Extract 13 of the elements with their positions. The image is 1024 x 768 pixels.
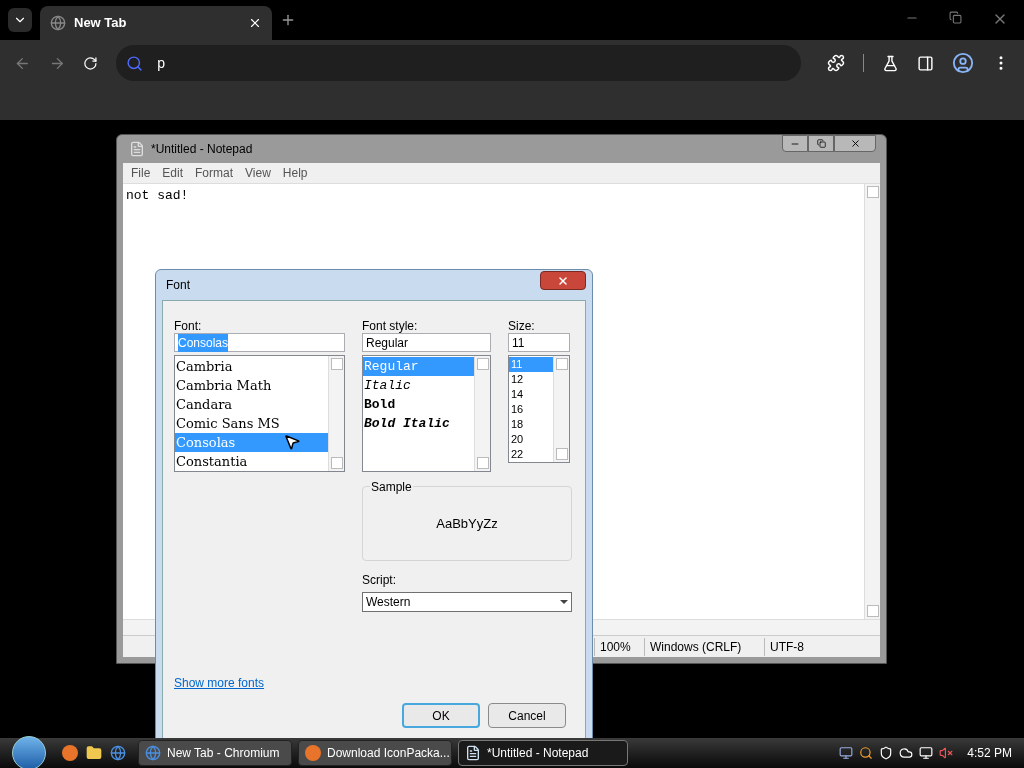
field-label: Size: bbox=[508, 318, 536, 333]
field-label: Font: bbox=[174, 318, 203, 333]
sample-text: AaBbYyZz bbox=[436, 514, 498, 533]
field-label: Font style: bbox=[362, 318, 419, 333]
status-text: 100% bbox=[594, 637, 644, 656]
clock: 4:52 PM bbox=[967, 745, 1012, 762]
tab-title: New Tab bbox=[74, 14, 128, 33]
status-text: Windows (CRLF) bbox=[644, 637, 764, 656]
window-title: *Untitled - Notepad bbox=[151, 141, 254, 158]
dialog-title: Font bbox=[166, 277, 191, 294]
field-label: Script: bbox=[362, 572, 397, 589]
status-text: UTF-8 bbox=[764, 637, 824, 656]
address-text: p bbox=[157, 53, 166, 73]
